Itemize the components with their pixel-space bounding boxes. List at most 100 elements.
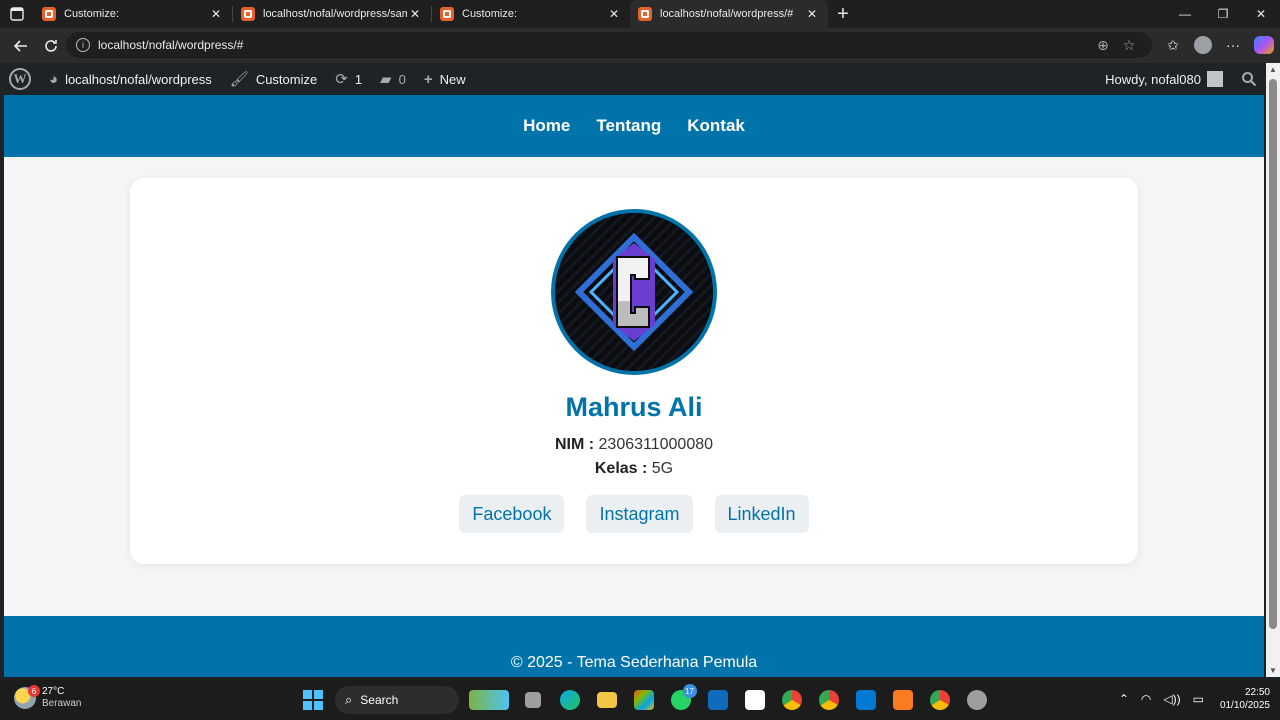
vscode-icon[interactable] [850, 684, 882, 716]
updates-icon: ⟳ [335, 71, 348, 88]
admin-search[interactable] [1232, 63, 1266, 95]
browser-toolbar: i localhost/nofal/wordpress/# ⊕ ☆ ✩ ··· [0, 28, 1280, 63]
tray-overflow-chevron-icon[interactable]: ⌃ [1119, 692, 1129, 706]
new-tab-button[interactable]: + [828, 0, 858, 28]
scroll-up-arrow-icon[interactable]: ▲ [1266, 65, 1280, 74]
weather-widget[interactable]: 6 27°C Berawan [14, 685, 82, 710]
outlook-icon[interactable] [702, 684, 734, 716]
scroll-down-arrow-icon[interactable]: ▼ [1266, 666, 1280, 675]
nim-value: 2306311000080 [598, 436, 714, 453]
wifi-icon[interactable]: ◠ [1141, 692, 1151, 706]
browser-tab-2[interactable]: localhost/nofal/wordpress/sample-page/ ✕ [233, 0, 431, 28]
browser-tab-1[interactable]: Customize: ✕ [34, 0, 232, 28]
site-name-menu[interactable]: ◕ localhost/nofal/wordpress [40, 63, 221, 95]
xampp-favicon-icon [241, 7, 255, 21]
file-explorer-icon[interactable] [591, 684, 623, 716]
wp-logo-menu[interactable]: W [0, 63, 40, 95]
reload-icon[interactable] [36, 31, 66, 61]
widgets-icon[interactable] [466, 684, 512, 716]
linkedin-link[interactable]: LinkedIn [714, 495, 809, 533]
task-view-icon[interactable] [517, 684, 549, 716]
volume-icon[interactable]: ◁)) [1163, 692, 1180, 706]
browser-tab-4-active[interactable]: localhost/nofal/wordpress/# ✕ [630, 0, 828, 28]
wp-admin-bar: W ◕ localhost/nofal/wordpress 🖌 Customiz… [0, 63, 1266, 95]
comments-link[interactable]: ▰ 0 [371, 63, 415, 95]
kelas-value: 5G [651, 460, 674, 477]
more-menu-icon[interactable]: ··· [1218, 37, 1248, 53]
weather-condition: Berawan [42, 698, 82, 709]
close-window-icon[interactable]: ✕ [1242, 0, 1280, 28]
profile-name: Mahrus Ali [565, 392, 703, 422]
nav-tentang[interactable]: Tentang [596, 116, 661, 136]
scrollbar-thumb[interactable] [1269, 79, 1277, 629]
tab-title: Customize: [462, 8, 518, 20]
dashboard-gauge-icon: ◕ [49, 70, 59, 88]
tab-close-icon[interactable]: ✕ [208, 7, 224, 21]
favorite-star-icon[interactable]: ☆ [1116, 37, 1142, 54]
tab-close-icon[interactable]: ✕ [606, 7, 622, 21]
customize-link[interactable]: 🖌 Customize [221, 63, 326, 95]
plus-icon: + [423, 70, 433, 88]
facebook-link[interactable]: Facebook [459, 495, 565, 533]
profile-photo [551, 209, 717, 375]
browser-tab-strip: Customize: ✕ localhost/nofal/wordpress/s… [0, 0, 1280, 28]
chrome-profile-2-icon[interactable] [924, 684, 956, 716]
back-icon[interactable] [6, 31, 36, 61]
comment-bubble-icon: ▰ [380, 71, 392, 88]
chrome-icon[interactable] [776, 684, 808, 716]
windows-taskbar: 6 27°C Berawan ⌕ Search 17 ⌃ ◠ ◁)) ▭ 22:… [0, 680, 1280, 720]
weather-badge: 6 [28, 685, 40, 697]
site-header: Home Tentang Kontak [4, 95, 1264, 157]
comments-count: 0 [398, 71, 406, 87]
battery-icon[interactable]: ▭ [1193, 692, 1204, 706]
nav-kontak[interactable]: Kontak [687, 116, 745, 136]
new-content-menu[interactable]: + New [415, 63, 475, 95]
chrome-profile-icon[interactable] [813, 684, 845, 716]
tab-actions-menu-icon[interactable] [0, 0, 34, 28]
site-page: Home Tentang Kontak Mahrus Ali NIM: 230… [4, 95, 1264, 677]
updates-count: 1 [354, 71, 363, 87]
minimize-icon[interactable]: — [1166, 0, 1204, 28]
xampp-icon[interactable] [887, 684, 919, 716]
maximize-icon[interactable]: ❐ [1204, 0, 1242, 28]
browser-tab-3[interactable]: Customize: ✕ [432, 0, 630, 28]
zoom-icon[interactable]: ⊕ [1090, 37, 1116, 54]
edge-icon[interactable] [554, 684, 586, 716]
search-icon [1242, 72, 1257, 87]
clock[interactable]: 22:50 01/10/2025 [1220, 686, 1270, 712]
howdy-text: Howdy, nofal080 [1105, 71, 1201, 87]
tab-close-icon[interactable]: ✕ [407, 7, 423, 21]
instagram-link[interactable]: Instagram [586, 495, 693, 533]
weather-icon: 6 [14, 685, 40, 709]
nav-home[interactable]: Home [523, 116, 570, 136]
whatsapp-icon[interactable]: 17 [665, 684, 697, 716]
nim-line: NIM : 2306311000080 [130, 436, 1138, 454]
favorites-icon[interactable]: ✩ [1158, 37, 1188, 54]
nim-label: NIM : [554, 436, 595, 453]
search-label: Search [360, 693, 399, 707]
clock-date: 01/10/2025 [1219, 700, 1270, 711]
site-footer: © 2025 - Tema Sederhana Pemula [4, 616, 1264, 677]
taskbar-search[interactable]: ⌕ Search [335, 686, 459, 714]
url-text: localhost/nofal/wordpress/# [98, 38, 244, 52]
settings-gear-icon[interactable] [961, 684, 993, 716]
site-info-icon[interactable]: i [76, 38, 90, 52]
capcut-icon[interactable] [739, 684, 771, 716]
updates-link[interactable]: ⟳ 1 [326, 63, 371, 95]
clock-time: 22:50 [1244, 687, 1270, 698]
address-bar[interactable]: i localhost/nofal/wordpress/# ⊕ ☆ [66, 32, 1152, 58]
start-button[interactable] [297, 684, 329, 716]
profile-avatar-icon[interactable] [1194, 36, 1212, 54]
tab-close-icon[interactable]: ✕ [804, 7, 820, 21]
new-label: New [439, 71, 466, 87]
whatsapp-badge: 17 [682, 684, 697, 698]
my-account-menu[interactable]: Howdy, nofal080 [1096, 63, 1232, 95]
customize-label: Customize [255, 71, 318, 87]
copilot-icon[interactable] [1254, 36, 1274, 54]
page-scrollbar[interactable]: ▲ ▼ [1266, 63, 1280, 677]
paintbrush-icon: 🖌 [229, 71, 249, 88]
xampp-favicon-icon [440, 7, 454, 21]
window-controls: — ❐ ✕ [1166, 0, 1280, 28]
microsoft-store-icon[interactable] [628, 684, 660, 716]
tab-title: Customize: [64, 8, 120, 20]
